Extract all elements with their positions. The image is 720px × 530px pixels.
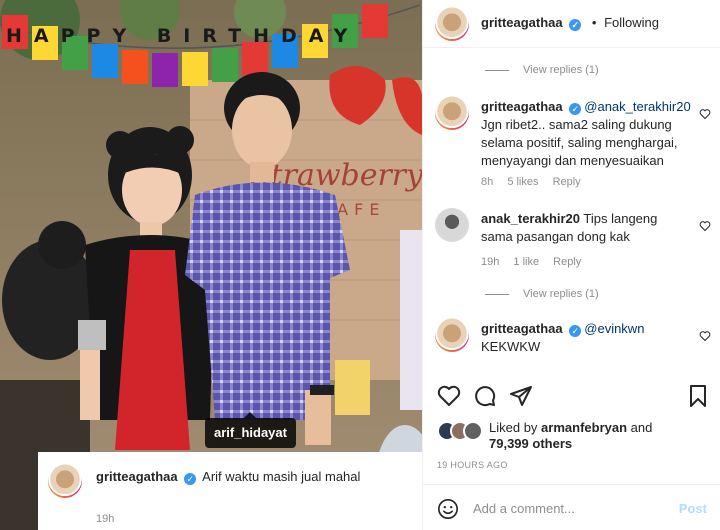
comment-username[interactable]: gritteagathaa [481, 321, 563, 336]
comment-mention[interactable]: @evinkwn [584, 321, 644, 336]
following-button[interactable]: Following [604, 15, 659, 30]
comment-avatar[interactable] [435, 96, 469, 130]
comment-like-heart-icon[interactable] [699, 220, 711, 232]
comment-time: 19h [481, 256, 500, 268]
liked-by-text: Liked by armanfebryan and 79,399 others [489, 420, 652, 452]
post-timestamp[interactable]: 19 HOURS AGO [437, 460, 508, 470]
caption-timestamp: 19h [96, 513, 115, 525]
comment-username[interactable]: anak_terakhir20 [481, 211, 580, 226]
view-replies-button[interactable]: View replies (1) [485, 64, 599, 76]
comment-time: 8h [481, 176, 494, 188]
comment-text: KEKWKW [481, 339, 541, 354]
comment-body: anak_terakhir20 Tips langeng sama pasang… [481, 210, 691, 246]
post-photo[interactable]: Strawberry CAFE HAPPY BIRTHDAY arif_hida… [0, 0, 422, 530]
caption-text-block: gritteagathaa ✓ Arif waktu masih jual ma… [96, 468, 408, 486]
liked-by-prefix: Liked by [489, 420, 538, 435]
comment-bubble-icon[interactable] [473, 384, 497, 408]
verified-badge-icon: ✓ [184, 473, 197, 485]
comment-likes-count[interactable]: 5 likes [507, 176, 538, 188]
comment-meta: 19h 1 like Reply [481, 256, 592, 268]
view-replies-label: View replies (1) [523, 288, 599, 300]
photo-illustration: Strawberry CAFE HAPPY BIRTHDAY [0, 0, 422, 530]
caption-username[interactable]: gritteagathaa [96, 469, 178, 484]
save-bookmark-icon[interactable] [687, 384, 709, 408]
liker-avatars [437, 421, 491, 443]
comment-like-heart-icon[interactable] [699, 108, 711, 120]
view-replies-button[interactable]: View replies (1) [485, 288, 599, 300]
liked-by-row: Liked by armanfebryan and 79,399 others [437, 418, 717, 454]
replies-divider-line [485, 69, 509, 71]
liked-by-conjunction: and [630, 420, 653, 435]
comment-text: Jgn ribet2.. sama2 saling dukung selama … [481, 117, 678, 168]
post-header: gritteagathaa ✓ • Following [423, 0, 720, 48]
comment-avatar[interactable] [435, 318, 469, 352]
comments-list: View replies (1) gritteagathaa ✓ @anak_te… [423, 48, 720, 378]
caption-text: Arif waktu masih jual mahal [202, 469, 361, 484]
likes-count-others[interactable]: 79,399 others [489, 436, 572, 451]
verified-badge-icon: ✓ [569, 103, 582, 115]
post-side-panel: gritteagathaa ✓ • Following View replies… [422, 0, 720, 530]
post-comment-button[interactable]: Post [679, 501, 707, 516]
emoji-smiley-icon[interactable] [437, 498, 459, 520]
add-comment-bar: Post [423, 484, 720, 530]
verified-badge-icon: ✓ [569, 19, 582, 31]
comment-reply-button[interactable]: Reply [553, 176, 581, 188]
like-heart-icon[interactable] [437, 384, 461, 408]
banner-text: HAPPY BIRTHDAY [6, 25, 359, 47]
liked-by-user[interactable]: armanfebryan [541, 420, 627, 435]
verified-badge-icon: ✓ [569, 325, 582, 337]
caption-avatar[interactable] [48, 464, 82, 498]
user-tag-chip[interactable]: arif_hidayat [205, 412, 296, 448]
view-replies-label: View replies (1) [523, 64, 599, 76]
header-user-row: gritteagathaa ✓ • Following [481, 15, 659, 31]
header-avatar[interactable] [435, 7, 469, 41]
liker-avatar[interactable] [463, 421, 483, 441]
comment-reply-button[interactable]: Reply [553, 256, 581, 268]
comment-body: gritteagathaa ✓ @evinkwn KEKWKW [481, 320, 691, 356]
replies-divider-line [485, 293, 509, 295]
comment-like-heart-icon[interactable] [699, 330, 711, 342]
comment-mention[interactable]: @anak_terakhir20 [584, 99, 690, 114]
share-paper-plane-icon[interactable] [509, 384, 533, 408]
header-separator: • [591, 15, 597, 30]
post-action-bar [423, 380, 720, 416]
comment-likes-count[interactable]: 1 like [513, 256, 539, 268]
comment-body: gritteagathaa ✓ @anak_terakhir20 Jgn ribe… [481, 98, 691, 170]
header-username[interactable]: gritteagathaa [481, 15, 563, 30]
comment-username[interactable]: gritteagathaa [481, 99, 563, 114]
add-comment-input[interactable] [473, 497, 663, 519]
comment-meta: 8h 5 likes Reply [481, 176, 592, 188]
comment-avatar[interactable] [435, 208, 469, 242]
photo-caption-overlay: gritteagathaa ✓ Arif waktu masih jual ma… [38, 452, 422, 530]
